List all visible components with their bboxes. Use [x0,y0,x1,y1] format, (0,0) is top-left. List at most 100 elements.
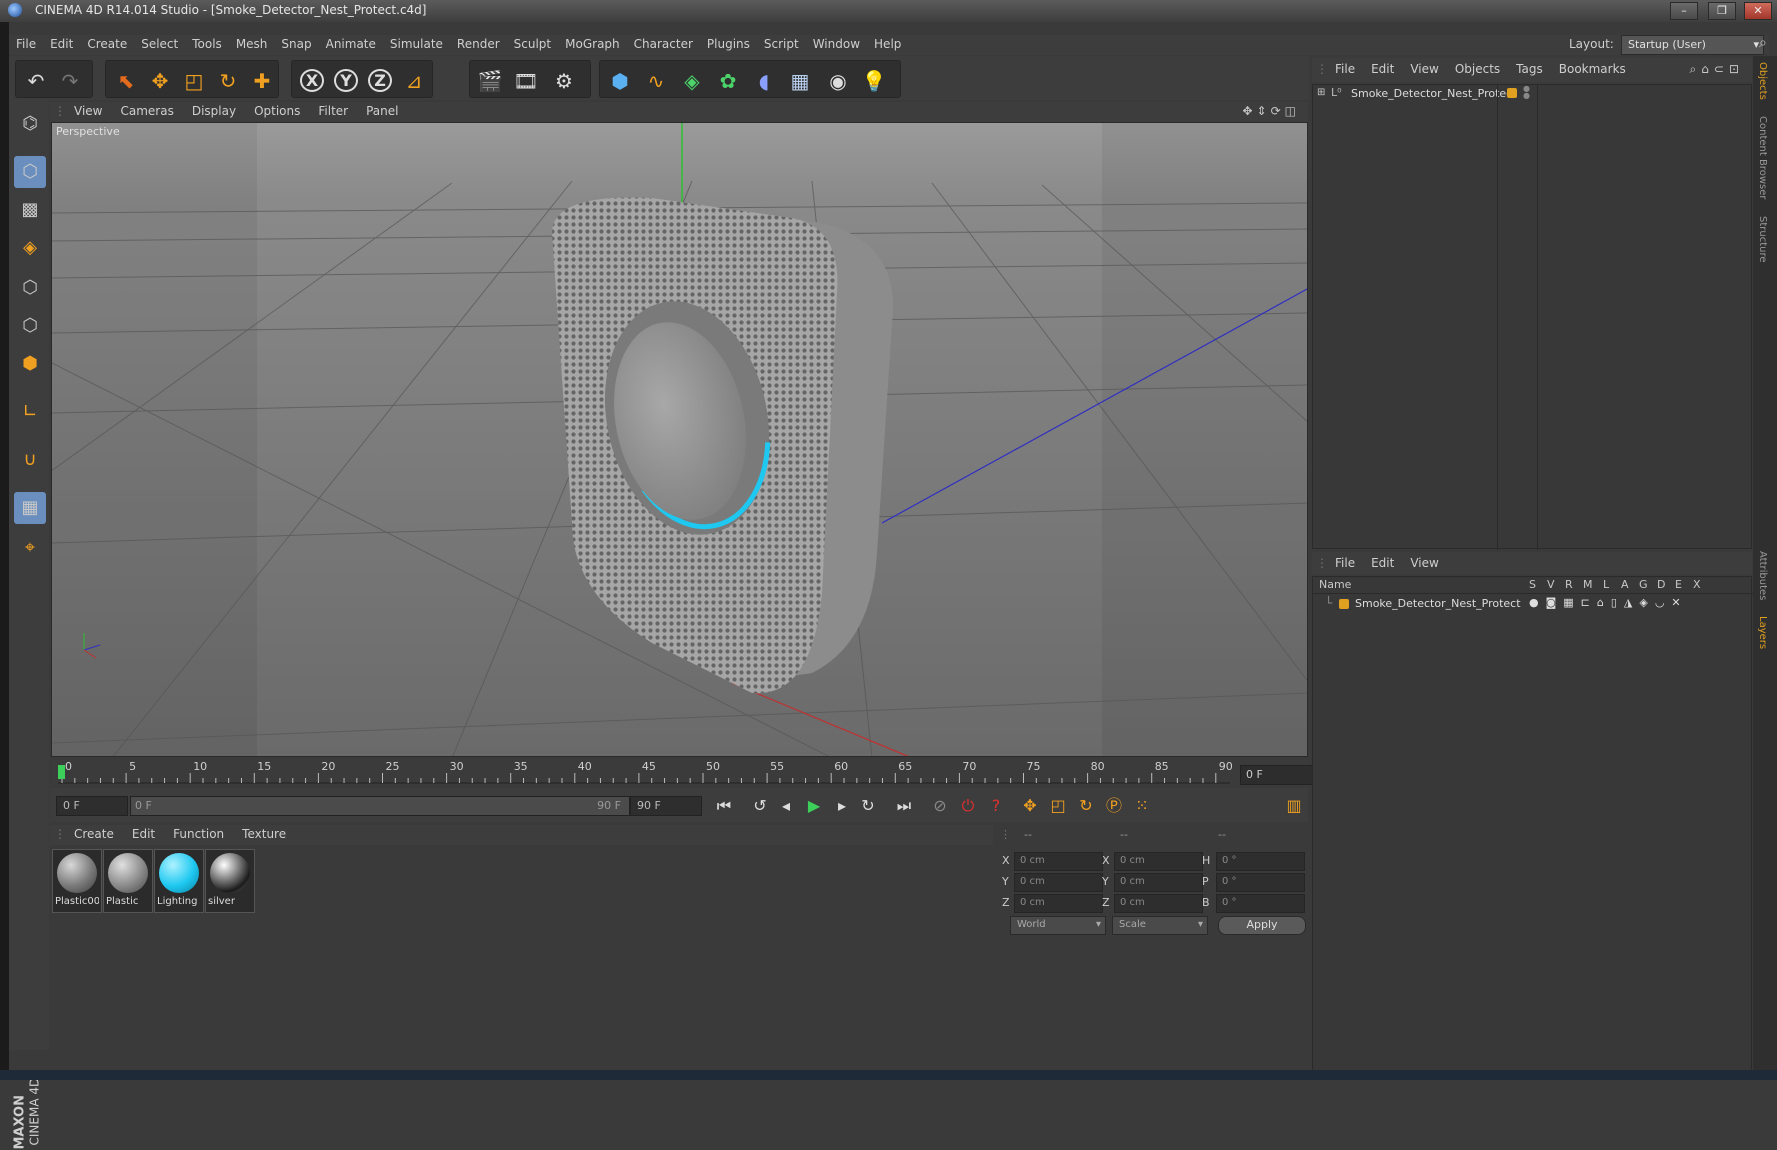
key-scale-icon[interactable]: ◰ [1046,794,1070,818]
size-mode-select[interactable]: Scale ▾ [1112,916,1208,935]
record-keys-icon[interactable]: ⊘ [928,794,952,818]
nurbs-icon[interactable]: ◈ [676,65,708,97]
menu-help[interactable]: Help [867,35,908,51]
object-menu-objects[interactable]: Objects [1446,58,1507,76]
viewport-menu-options[interactable]: Options [244,102,308,118]
pos-x-field[interactable]: 0 cm [1014,852,1103,871]
make-editable-icon[interactable]: ⌬ [14,108,46,140]
pos-z-field[interactable]: 0 cm [1014,894,1103,913]
keyframe-selection-icon[interactable]: ? [984,794,1008,818]
material-swatch[interactable]: Plastic [103,849,153,913]
key-parameter-icon[interactable]: Ⓟ [1102,794,1126,818]
close-button[interactable]: ✕ [1744,2,1772,20]
layer-color-tag[interactable] [1507,88,1517,98]
layout-select[interactable]: Startup (User) ▾ [1621,35,1764,55]
pos-y-field[interactable]: 0 cm [1014,873,1103,892]
cube-icon[interactable]: ⬢ [604,65,636,97]
expand-icon[interactable]: ⊞ [1317,87,1325,98]
layer-menu-file[interactable]: File [1326,552,1362,570]
tab-attributes[interactable]: Attributes [1757,551,1768,600]
menu-tools[interactable]: Tools [185,35,229,51]
viewport-menu-panel[interactable]: Panel [356,102,406,118]
tab-structure[interactable]: Structure [1757,216,1768,263]
size-x-field[interactable]: 0 cm [1114,852,1203,871]
frame-range-slider[interactable]: 0 F 90 F [130,796,630,816]
rot-p-field[interactable]: 0 ° [1216,873,1305,892]
perspective-viewport[interactable]: Perspective [51,122,1308,757]
render-view-icon[interactable]: 🎬 [474,65,506,97]
rot-h-field[interactable]: 0 ° [1216,852,1305,871]
y-axis-icon[interactable]: Y [330,65,362,97]
model-mode-icon[interactable]: ⬡ [14,156,46,188]
layer-row[interactable]: └ Smoke_Detector_Nest_Protect ●◙▦⊏⌂▯◮◈◡✕ [1313,595,1753,613]
previous-key-icon[interactable]: ↺ [748,794,772,818]
workplane-icon[interactable]: ◈ [14,232,46,264]
menu-select[interactable]: Select [134,35,185,51]
live-selection-icon[interactable]: ⬉ [110,65,142,97]
z-axis-icon[interactable]: Z [364,65,396,97]
scale-icon[interactable]: ◰ [178,65,210,97]
timeline-ruler[interactable]: 0 5 10 15 20 25 30 35 40 45 50 55 60 65 70 75 80 85 90 0 F [50,759,1313,787]
key-position-icon[interactable]: ✥ [1018,794,1042,818]
light-icon[interactable]: 💡 [858,65,890,97]
object-row[interactable]: ⊞ L⁰ Smoke_Detector_Nest_Protect ● ● [1313,85,1753,103]
deformer-icon[interactable]: ◖ [748,65,780,97]
polygons-mode-icon[interactable]: ⬢ [14,348,46,380]
viewport-menu-cameras[interactable]: Cameras [110,102,181,118]
tab-objects[interactable]: Objects [1757,62,1768,100]
object-menu-file[interactable]: File [1326,58,1362,76]
move-icon[interactable]: ✥ [144,65,176,97]
timeline-window-icon[interactable]: ▥ [1282,794,1306,818]
next-key-icon[interactable]: ↻ [856,794,880,818]
spline-icon[interactable]: ∿ [640,65,672,97]
x-axis-icon[interactable]: X [296,65,328,97]
material-menu-texture[interactable]: Texture [232,825,294,841]
object-menu-bookmarks[interactable]: Bookmarks [1550,58,1633,76]
next-frame-icon[interactable]: ▸ [830,794,854,818]
render-settings-icon[interactable]: ⚙ [548,65,580,97]
redo-icon[interactable]: ↷ [54,65,86,97]
edges-mode-icon[interactable]: ⬡ [14,310,46,342]
go-to-end-icon[interactable]: ⏭ [892,794,916,818]
viewport-nav-icons[interactable]: ✥⇕⟳◫ [1242,104,1300,118]
rotate-icon[interactable]: ↻ [212,65,244,97]
menu-mesh[interactable]: Mesh [229,35,275,51]
coordinate-system-icon[interactable]: ⊿ [398,65,430,97]
object-menu-tags[interactable]: Tags [1507,58,1550,76]
viewport-menu-display[interactable]: Display [182,102,244,118]
object-manager-nav-icons[interactable]: ⌕⌂⊂⊡ [1690,62,1744,77]
layer-menu-view[interactable]: View [1401,552,1445,570]
menu-edit[interactable]: Edit [43,35,80,51]
material-menu-function[interactable]: Function [163,825,232,841]
array-icon[interactable]: ✿ [712,65,744,97]
minimize-button[interactable]: – [1670,2,1698,20]
tab-content-browser[interactable]: Content Browser [1757,116,1768,199]
points-mode-icon[interactable]: ⬡ [14,272,46,304]
viewport-menu-filter[interactable]: Filter [308,102,356,118]
menu-file[interactable]: File [9,35,43,51]
autokey-icon[interactable]: ⏻ [956,794,980,818]
object-name[interactable]: Smoke_Detector_Nest_Protect [1351,87,1517,100]
render-to-picture-viewer-icon[interactable]: 🎞 [510,65,542,97]
axis-mode-icon[interactable]: ∟ [14,396,46,428]
key-pla-icon[interactable]: ⁙ [1130,794,1154,818]
undo-icon[interactable]: ↶ [20,65,52,97]
key-rotation-icon[interactable]: ↻ [1074,794,1098,818]
visibility-dots-icon[interactable]: ● ● [1523,85,1530,100]
object-menu-view[interactable]: View [1401,58,1445,76]
material-menu-create[interactable]: Create [64,825,122,841]
current-frame-field[interactable]: 0 F [1240,765,1313,785]
menu-plugins[interactable]: Plugins [700,35,757,51]
floor-icon[interactable]: ▦ [784,65,816,97]
material-swatch[interactable]: Lighting [154,849,204,913]
restore-button[interactable]: ❐ [1708,2,1736,20]
menu-sculpt[interactable]: Sculpt [507,35,558,51]
menu-mograph[interactable]: MoGraph [558,35,627,51]
menu-render[interactable]: Render [450,35,507,51]
menu-character[interactable]: Character [627,35,700,51]
menu-simulate[interactable]: Simulate [383,35,450,51]
go-to-start-icon[interactable]: ⏮ [712,794,736,818]
layer-menu-edit[interactable]: Edit [1362,552,1401,570]
camera-icon[interactable]: ◉ [822,65,854,97]
material-swatch[interactable]: silver [205,849,255,913]
